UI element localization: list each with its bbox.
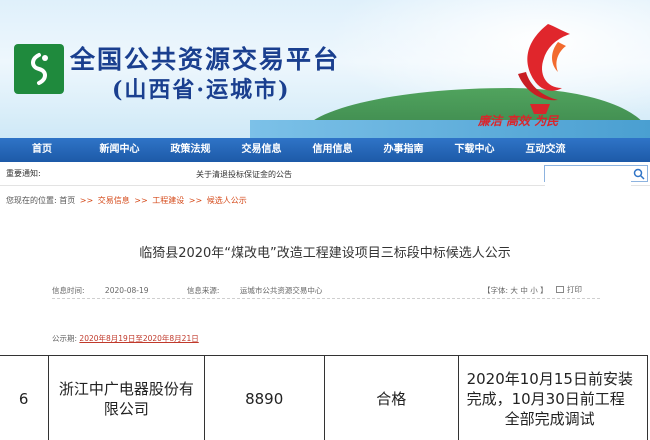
site-title: 全国公共资源交易平台 bbox=[70, 45, 341, 74]
article-meta: 信息时间: 2020-08-19 信息来源: 运城市公共资源交易中心 bbox=[52, 285, 358, 296]
nav-item-interact[interactable]: 互动交流 bbox=[510, 138, 581, 162]
table-cell-plan: 2020年10月15日前安装 完成，10月30日前工程 全部完成调试 bbox=[457, 355, 649, 440]
search-box bbox=[544, 165, 648, 186]
printer-icon bbox=[556, 286, 564, 293]
breadcrumb-trade[interactable]: 交易信息 bbox=[98, 196, 130, 205]
plan-line: 2020年10月15日前安装 bbox=[466, 369, 633, 388]
breadcrumb-candidates[interactable]: 候选人公示 bbox=[207, 196, 247, 205]
nav-item-home[interactable]: 首页 bbox=[0, 138, 84, 162]
candidate-table: 6 浙江中广电器股份有限公司 8890 合格 2020年10月15日前安装 完成… bbox=[0, 355, 649, 440]
table-cell-status: 合格 bbox=[323, 355, 459, 440]
table-cell-company: 浙江中广电器股份有限公司 bbox=[48, 355, 205, 440]
date-label: 信息时间: bbox=[52, 286, 85, 295]
site-subtitle: (山西省·运城市) bbox=[112, 77, 291, 103]
notice-label: 重要通知: bbox=[6, 169, 41, 178]
search-icon[interactable] bbox=[633, 168, 645, 180]
search-input[interactable] bbox=[545, 171, 631, 186]
source-label: 信息来源: bbox=[186, 286, 220, 295]
table-cell-index: 6 bbox=[0, 355, 50, 440]
nav-item-news[interactable]: 新闻中心 bbox=[84, 138, 155, 162]
source-info: 信息来源: 运城市公共资源交易中心 bbox=[187, 286, 340, 295]
nav-item-credit[interactable]: 信用信息 bbox=[297, 138, 368, 162]
nav-item-download[interactable]: 下载中心 bbox=[439, 138, 510, 162]
breadcrumb-construction[interactable]: 工程建设 bbox=[152, 196, 184, 205]
site-logo[interactable] bbox=[14, 44, 64, 94]
source-value: 运城市公共资源交易中心 bbox=[239, 286, 323, 295]
font-size-end: 】 bbox=[540, 286, 548, 295]
date-info: 信息时间: 2020-08-19 bbox=[52, 286, 167, 295]
breadcrumb-prefix: 您现在的位置: bbox=[6, 196, 57, 205]
table-cell-price: 8890 bbox=[203, 355, 325, 440]
plan-line: 全部完成调试 bbox=[504, 409, 595, 428]
print-button[interactable]: 打印 bbox=[556, 284, 582, 295]
breadcrumb-separator: >> bbox=[134, 196, 148, 205]
breadcrumb: 您现在的位置: 首页 >> 交易信息 >> 工程建设 >> 候选人公示 bbox=[6, 195, 247, 206]
font-size-small[interactable]: 小 bbox=[530, 286, 538, 295]
breadcrumb-separator: >> bbox=[188, 196, 203, 205]
nav-item-trade[interactable]: 交易信息 bbox=[226, 138, 297, 162]
font-size-label: 【字体: bbox=[483, 286, 509, 295]
nav-item-policy[interactable]: 政策法规 bbox=[155, 138, 226, 162]
period-label: 公示期: bbox=[52, 334, 78, 343]
candidate-table-viewport: 6 浙江中广电器股份有限公司 8890 合格 2020年10月15日前安装 完成… bbox=[0, 355, 650, 440]
font-size-medium[interactable]: 中 bbox=[520, 286, 528, 295]
emblem-icon bbox=[518, 24, 570, 114]
breadcrumb-separator: >> bbox=[79, 196, 94, 205]
nav-item-guide[interactable]: 办事指南 bbox=[368, 138, 439, 162]
publicity-period: 公示期: 2020年8月19日至2020年8月21日 bbox=[52, 333, 199, 344]
date-value: 2020-08-19 bbox=[104, 286, 149, 295]
breadcrumb-home[interactable]: 首页 bbox=[59, 196, 75, 205]
notice-link[interactable]: 关于清退投标保证金的公告 bbox=[196, 169, 292, 180]
font-size-large[interactable]: 大 bbox=[510, 286, 518, 295]
period-value: 2020年8月19日至2020年8月21日 bbox=[79, 334, 199, 343]
banner-water bbox=[250, 120, 650, 138]
print-label: 打印 bbox=[567, 285, 582, 294]
site-banner: 全国公共资源交易平台 (山西省·运城市) 廉洁 高效 为民 bbox=[0, 0, 650, 138]
main-nav: 首页 新闻中心 政策法规 交易信息 信用信息 办事指南 下载中心 互动交流 bbox=[0, 138, 650, 162]
font-size-control: 【字体: 大 中 小 】 bbox=[483, 285, 548, 296]
logo-icon bbox=[31, 53, 48, 85]
banner-slogan: 廉洁 高效 为民 bbox=[478, 114, 559, 128]
table-row: 6 浙江中广电器股份有限公司 8890 合格 2020年10月15日前安装 完成… bbox=[0, 355, 649, 440]
meta-divider bbox=[52, 298, 600, 299]
article-title: 临猗县2020年“煤改电”改造工程建设项目三标段中标候选人公示 bbox=[139, 246, 511, 261]
plan-line: 完成，10月30日前工程 bbox=[466, 389, 625, 408]
